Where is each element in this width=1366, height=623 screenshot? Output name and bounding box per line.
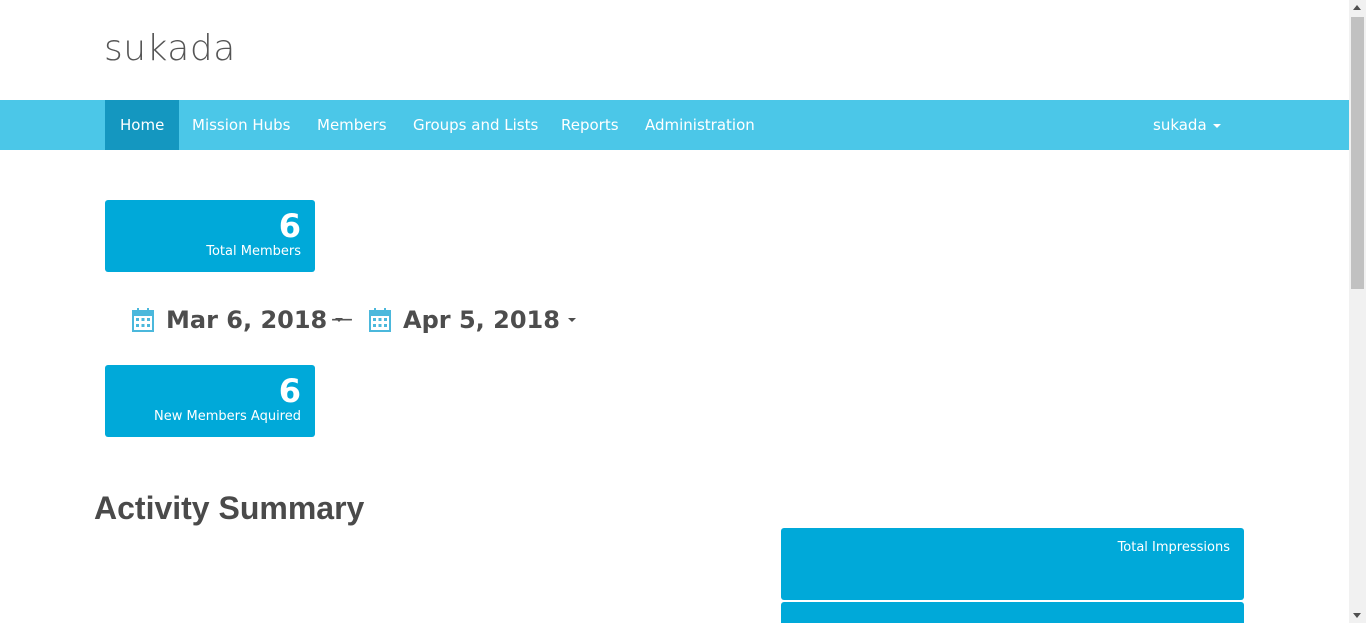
start-date-value: Mar 6, 2018 — [166, 306, 328, 334]
activity-summary-heading: Activity Summary — [94, 490, 365, 526]
caret-down-icon — [567, 318, 576, 322]
brand-header: sukada — [0, 0, 1349, 100]
end-date-value: Apr 5, 2018 — [403, 306, 560, 334]
date-range-separator: — — [331, 307, 353, 332]
scroll-up-icon[interactable] — [1353, 5, 1361, 10]
total-members-card: 6 Total Members — [105, 200, 315, 272]
total-members-label: Total Members — [206, 244, 301, 259]
new-members-label: New Members Aquired — [154, 409, 301, 424]
nav-administration[interactable]: Administration — [630, 100, 770, 150]
start-date-picker[interactable]: Mar 6, 2018 — [132, 302, 344, 338]
total-members-value: 6 — [278, 207, 301, 245]
total-impressions-label: Total Impressions — [1117, 540, 1230, 555]
user-menu[interactable]: sukada — [1138, 100, 1236, 150]
calendar-icon — [132, 308, 154, 332]
calendar-icon — [369, 308, 391, 332]
end-date-picker[interactable]: Apr 5, 2018 — [369, 302, 576, 338]
activity-card-partial — [781, 602, 1244, 623]
main-navbar: Home Mission Hubs Members Groups and Lis… — [0, 100, 1349, 150]
nav-home[interactable]: Home — [105, 100, 180, 150]
new-members-card: 6 New Members Aquired — [105, 365, 315, 437]
user-menu-label: sukada — [1153, 116, 1207, 134]
vertical-scrollbar[interactable] — [1349, 0, 1366, 623]
nav-members[interactable]: Members — [302, 100, 402, 150]
scroll-thumb[interactable] — [1351, 17, 1364, 289]
caret-down-icon — [1212, 123, 1221, 128]
total-impressions-card: Total Impressions — [781, 528, 1244, 600]
nav-reports[interactable]: Reports — [546, 100, 634, 150]
date-range-selector: Mar 6, 2018 — Apr 5, 2018 — [132, 302, 576, 338]
nav-mission-hubs[interactable]: Mission Hubs — [177, 100, 305, 150]
new-members-value: 6 — [278, 372, 301, 410]
scroll-down-icon[interactable] — [1353, 613, 1361, 618]
brand-title[interactable]: sukada — [104, 28, 236, 69]
nav-groups-and-lists[interactable]: Groups and Lists — [398, 100, 553, 150]
